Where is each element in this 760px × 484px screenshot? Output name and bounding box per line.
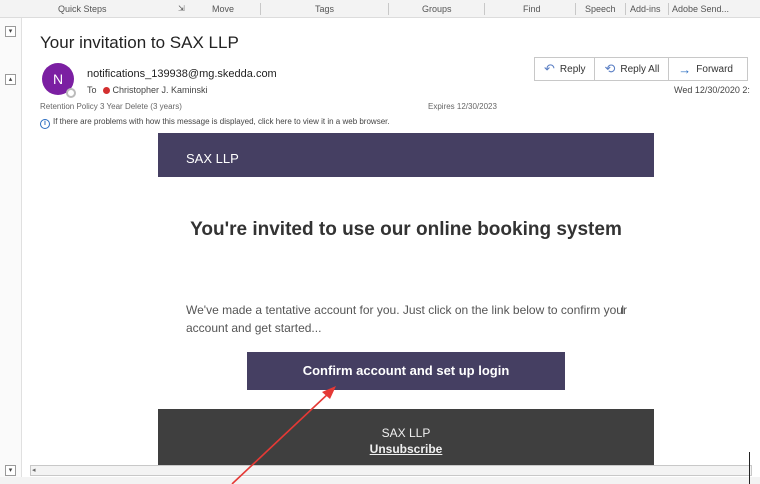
busy-status-icon: [102, 87, 110, 94]
ribbon-group-speech[interactable]: Speech: [585, 4, 616, 14]
ribbon-group-groups[interactable]: Groups: [422, 4, 452, 14]
ribbon-group-quick-steps[interactable]: Quick Steps: [58, 4, 107, 14]
expiry-date: Expires 12/30/2023: [428, 102, 497, 111]
forward-button[interactable]: → Forward: [668, 57, 748, 81]
reply-all-button[interactable]: ⟲ Reply All: [594, 57, 670, 81]
reply-all-icon: ⟲: [604, 61, 616, 76]
unsubscribe-link[interactable]: Unsubscribe: [158, 441, 654, 457]
email-body: SAX LLP You're invited to use our online…: [158, 133, 654, 466]
reply-label: Reply: [559, 63, 586, 75]
footer-brand: SAX LLP: [381, 426, 431, 440]
horizontal-scrollbar[interactable]: ◂: [30, 465, 752, 476]
recipient-name[interactable]: Christopher J. Kaminski: [113, 85, 208, 95]
confirm-account-button[interactable]: Confirm account and set up login: [247, 352, 565, 390]
recipient-line: To Christopher J. Kaminski: [87, 85, 208, 95]
text-cursor-icon: I: [621, 303, 625, 317]
reply-icon: ↶: [544, 61, 555, 76]
ribbon-group-addins[interactable]: Add-ins: [630, 4, 661, 14]
reply-button[interactable]: ↶ Reply: [534, 57, 596, 81]
collapse-icon[interactable]: ▾: [5, 26, 16, 37]
scroll-up-icon[interactable]: ▴: [5, 74, 16, 85]
forward-icon: →: [678, 61, 692, 77]
ribbon-group-tags[interactable]: Tags: [315, 4, 334, 14]
scroll-down-icon[interactable]: ▾: [5, 465, 16, 476]
email-message: We've made a tentative account for you. …: [186, 303, 627, 335]
status-bar: [0, 477, 760, 484]
reply-all-label: Reply All: [620, 63, 660, 75]
ribbon-group-find[interactable]: Find: [523, 4, 541, 14]
message-subject: Your invitation to SAX LLP: [40, 33, 239, 52]
message-list-scroller[interactable]: ▾ ▴ ▾: [0, 18, 22, 484]
email-brand: SAX LLP: [186, 151, 239, 166]
email-header: SAX LLP: [158, 133, 654, 177]
window-divider: [749, 452, 750, 484]
dialog-launcher-icon[interactable]: ⇲: [178, 4, 185, 13]
ribbon-group-labels: Quick Steps ⇲ Move Tags Groups Find Spee…: [0, 0, 760, 18]
scroll-left-icon[interactable]: ◂: [32, 466, 36, 474]
message-actions: ↶ Reply ⟲ Reply All → Forward: [534, 57, 748, 81]
forward-label: Forward: [696, 63, 733, 75]
to-label: To: [87, 85, 97, 95]
info-bar-text[interactable]: If there are problems with how this mess…: [53, 117, 390, 126]
info-icon: i: [40, 119, 50, 129]
email-footer: SAX LLP Unsubscribe: [158, 409, 654, 466]
retention-policy: Retention Policy 3 Year Delete (3 years): [40, 102, 182, 111]
sender-address[interactable]: notifications_139938@mg.skedda.com: [87, 68, 277, 80]
email-headline: You're invited to use our online booking…: [190, 219, 622, 240]
info-bar[interactable]: i If there are problems with how this mes…: [40, 117, 390, 129]
received-date: Wed 12/30/2020 2:: [674, 85, 750, 95]
ribbon-group-adobe-send[interactable]: Adobe Send...: [672, 4, 729, 14]
ribbon-group-move[interactable]: Move: [212, 4, 234, 14]
presence-status-icon: [66, 88, 76, 98]
